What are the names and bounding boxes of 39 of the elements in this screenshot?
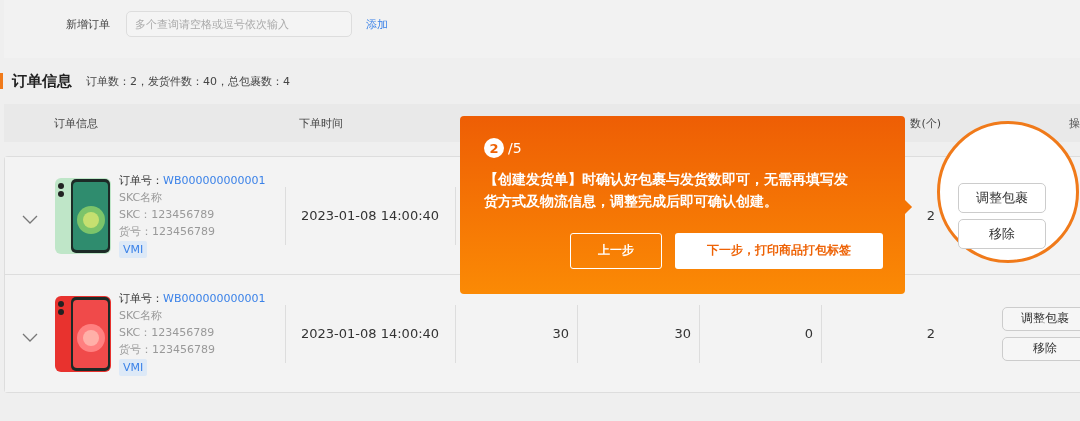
table-cell: 0 [804, 326, 813, 341]
step-total: /5 [508, 140, 522, 156]
column-header: 订单信息 [54, 116, 98, 130]
vmi-tag: VMI [119, 241, 148, 258]
action-button[interactable]: 移除 [958, 218, 1046, 249]
table-cell: 2 [926, 326, 935, 341]
next-button[interactable]: 下一步，打印商品打包标签 [675, 232, 883, 269]
skc-name: SKC名称 [119, 308, 164, 323]
order-summary: 订单数：2，发货件数：40，总包裹数：4 [86, 73, 290, 89]
table-cell: 2 [926, 208, 935, 223]
order-number-link[interactable]: WB000000000001 [163, 292, 266, 305]
action-button[interactable]: 调整包裹 [1002, 306, 1080, 331]
previous-button[interactable]: 上一步 [570, 232, 662, 269]
order-label: 订单号： [119, 174, 163, 187]
guide-text: 【创建发货单】时确认好包裹与发货数即可，无需再填写发货方式及物流信息，调整完成后即可确认创建。 [484, 170, 849, 212]
column-header: 下单时间 [299, 116, 343, 130]
order-time: 2023-01-08 14:00:40 [301, 208, 440, 223]
order-label: 订单号： [119, 292, 163, 305]
skc-code: SKC：123456789 [119, 207, 216, 222]
column-header: 数(个) [910, 115, 941, 131]
field-label: 新增订单 [66, 16, 110, 32]
add-link[interactable]: 添加 [366, 16, 388, 32]
section-title: 订单信息 [12, 71, 72, 91]
column-header: 操 [1069, 115, 1080, 131]
order-number-link[interactable]: WB000000000001 [163, 174, 266, 187]
order-input-field[interactable]: 多个查询请空格或逗号依次输入 [126, 11, 352, 37]
chevron-icon[interactable] [22, 214, 38, 225]
item-number: 货号：123456789 [119, 224, 216, 239]
item-number: 货号：123456789 [119, 342, 216, 357]
table-cell: 30 [552, 326, 569, 341]
action-button[interactable]: 移除 [1002, 336, 1080, 361]
skc-code: SKC：123456789 [119, 325, 216, 340]
action-button[interactable]: 调整包裹 [958, 182, 1046, 213]
step-number: 2 [484, 138, 504, 158]
chevron-icon[interactable] [22, 332, 38, 343]
skc-name: SKC名称 [119, 190, 164, 205]
table-cell: 30 [674, 326, 691, 341]
order-time: 2023-01-08 14:00:40 [301, 326, 440, 341]
vmi-tag: VMI [119, 359, 148, 376]
